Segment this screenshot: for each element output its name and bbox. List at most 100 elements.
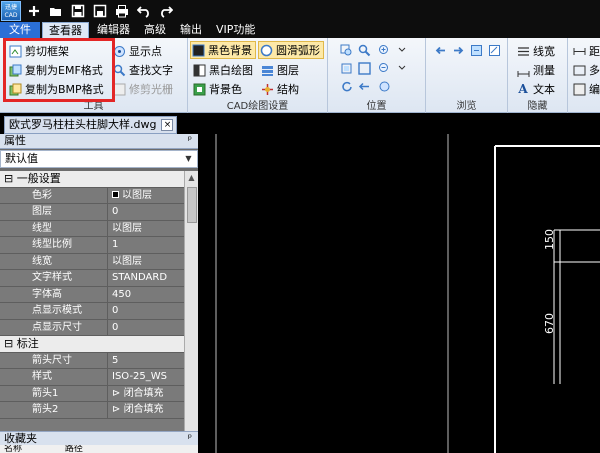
property-value: STANDARD — [108, 270, 184, 287]
document-tab-strip: 欧式罗马柱柱头柱脚大样.dwg × — [0, 113, 600, 134]
arrowhead-icon: ⊳ — [112, 404, 124, 415]
distance-button[interactable]: 距 — [572, 42, 600, 60]
orbit-icon[interactable] — [376, 78, 392, 94]
collapse-icon[interactable]: ⊟ — [4, 172, 13, 185]
property-row[interactable]: 线宽 以图层 — [0, 253, 184, 270]
tab-vip[interactable]: VIP功能 — [210, 22, 261, 38]
edit-button[interactable]: 编 — [572, 80, 600, 98]
previous-view-icon[interactable] — [356, 78, 372, 94]
properties-selector[interactable]: 默认值 ▼ — [0, 150, 198, 168]
drawing-canvas[interactable]: 150 670 — [198, 134, 600, 453]
save-icon[interactable] — [69, 2, 87, 20]
drawing-svg: 150 670 — [215, 134, 600, 453]
app-logo[interactable]: 迅捷CAD — [1, 1, 21, 21]
title-bar: 迅捷CAD — [0, 0, 600, 22]
category-label: 一般设置 — [16, 172, 61, 185]
dimension-text-670: 670 — [543, 313, 556, 334]
property-key: 线型比例 — [0, 237, 108, 254]
properties-panel: 属性 ᵖ 默认值 ▼ ⊟ 一般设置 色彩 以图层 图层 0 线型 以图层 线型比例 1 … — [0, 134, 198, 453]
text-label: 文本 — [533, 83, 555, 96]
zoom-search-icon[interactable] — [356, 42, 372, 58]
pin-icon[interactable]: ᵖ — [188, 432, 192, 445]
smooth-arc-icon — [259, 43, 273, 57]
property-row[interactable]: 箭头1 ⊳ 闭合填充 — [0, 385, 184, 402]
print-icon[interactable] — [113, 2, 131, 20]
property-key: 箭头尺寸 — [0, 352, 108, 369]
show-points-label: 显示点 — [129, 45, 162, 58]
text-button[interactable]: A 文本 — [516, 80, 555, 98]
property-row[interactable]: 线型比例 1 — [0, 237, 184, 254]
menu-tab-row: 文件 查看器 编辑器 高级 输出 VIP功能 — [0, 22, 600, 38]
color-swatch — [112, 190, 119, 198]
property-value: ⊳ 闭合填充 — [108, 402, 184, 419]
zoom-window-icon[interactable] — [338, 42, 354, 58]
document-tab[interactable]: 欧式罗马柱柱头柱脚大样.dwg × — [4, 116, 178, 134]
undo-icon[interactable] — [135, 2, 153, 20]
arrow-left-icon[interactable] — [432, 42, 448, 58]
property-key: 点显示尺寸 — [0, 319, 108, 336]
layers-button[interactable]: 图层 — [260, 61, 299, 79]
property-value: ISO-25_WS — [108, 369, 184, 386]
tab-advanced[interactable]: 高级 — [138, 22, 172, 38]
favorites-col-name[interactable]: 名称 — [4, 445, 22, 453]
tab-file[interactable]: 文件 — [0, 22, 40, 38]
property-row[interactable]: 图层 0 — [0, 204, 184, 221]
property-row[interactable]: 文字样式 STANDARD — [0, 270, 184, 287]
zoom-out-icon[interactable] — [376, 60, 392, 76]
close-icon[interactable]: × — [161, 119, 174, 131]
black-background-label: 黑色背景 — [208, 44, 252, 57]
property-value: 以图层 — [108, 221, 184, 237]
arrow-right-icon[interactable] — [450, 42, 466, 58]
hide-group-label: 隐藏 — [527, 101, 548, 112]
browse-group-label: 浏览 — [456, 101, 477, 112]
tab-output[interactable]: 输出 — [174, 22, 208, 38]
structure-icon — [260, 82, 274, 96]
background-color-button[interactable]: 背景色 — [192, 80, 242, 98]
trim-raster-button[interactable]: 修剪光栅 — [112, 80, 173, 98]
property-row[interactable]: 点显示尺寸 0 — [0, 319, 184, 336]
black-background-toggle[interactable]: 黑色背景 — [190, 41, 256, 59]
property-value: 1 — [108, 237, 184, 254]
structure-button[interactable]: 结构 — [260, 80, 299, 98]
refresh-icon[interactable] — [338, 78, 354, 94]
pin-icon[interactable]: ᵖ — [188, 134, 192, 148]
measure-button[interactable]: 测量 — [516, 61, 555, 79]
collapse-icon[interactable]: ⊟ — [4, 337, 13, 350]
show-points-button[interactable]: 显示点 — [112, 42, 162, 60]
multi-button[interactable]: 多 — [572, 61, 600, 79]
property-row[interactable]: 箭头2 ⊳ 闭合填充 — [0, 402, 184, 419]
smooth-arc-toggle[interactable]: 圆滑弧形 — [258, 41, 324, 59]
property-row[interactable]: 箭头尺寸 5 — [0, 352, 184, 369]
save-as-icon[interactable] — [91, 2, 109, 20]
property-row[interactable]: 样式 ISO-25_WS — [0, 369, 184, 386]
properties-header: 属性 ᵖ — [0, 134, 198, 149]
tab-viewer[interactable]: 查看器 — [42, 22, 89, 38]
property-row[interactable]: 字体高 450 — [0, 286, 184, 303]
browse-folder-icon[interactable] — [486, 42, 502, 58]
find-text-button[interactable]: 查找文字 — [112, 61, 173, 79]
bw-drawing-button[interactable]: 黑白绘图 — [192, 61, 253, 79]
property-row[interactable]: 线型 以图层 — [0, 220, 184, 237]
property-grid: ⊟ 一般设置 色彩 以图层 图层 0 线型 以图层 线型比例 1 线宽 以图层 文字样式 S… — [0, 171, 184, 431]
tab-editor[interactable]: 编辑器 — [91, 22, 136, 38]
fit-icon[interactable] — [356, 60, 372, 76]
scroll-up-icon[interactable]: ▲ — [185, 171, 198, 185]
zoom-in-icon[interactable] — [376, 42, 392, 58]
new-icon[interactable] — [25, 2, 43, 20]
property-row[interactable]: 色彩 以图层 — [0, 187, 184, 204]
scroll-thumb[interactable] — [187, 187, 197, 223]
property-row[interactable]: 点显示模式 0 — [0, 303, 184, 320]
category-dimension[interactable]: ⊟ 标注 — [0, 336, 184, 353]
browse-reload-icon[interactable] — [468, 42, 484, 58]
chevron-down-icon-2[interactable] — [394, 60, 410, 76]
favorites-col-path[interactable]: 路径 — [65, 445, 83, 453]
open-icon[interactable] — [47, 2, 65, 20]
position-group: 位置 — [328, 38, 426, 113]
chevron-down-icon[interactable] — [394, 42, 410, 58]
redo-icon[interactable] — [157, 2, 175, 20]
properties-scrollbar[interactable]: ▲ — [184, 171, 198, 431]
category-general[interactable]: ⊟ 一般设置 — [0, 171, 184, 188]
pan-icon[interactable] — [338, 60, 354, 76]
favorites-title: 收藏夹 — [4, 432, 37, 445]
lineweight-button[interactable]: 线宽 — [516, 42, 555, 60]
